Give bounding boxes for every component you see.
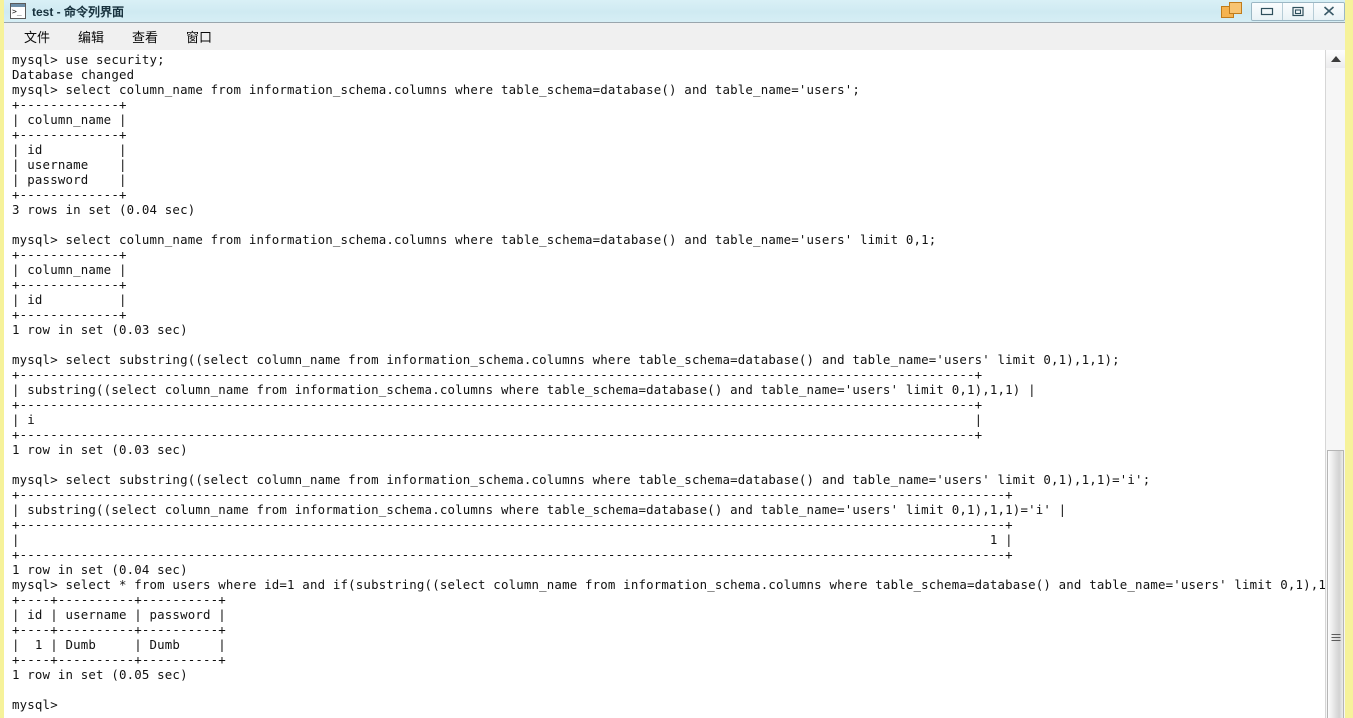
- titlebar-right-group: [1221, 0, 1349, 22]
- menu-view[interactable]: 查看: [122, 24, 168, 49]
- scrollbar-thumb[interactable]: [1327, 450, 1344, 718]
- terminal-output-area[interactable]: mysql> use security; Database changed my…: [4, 50, 1349, 718]
- scrollbar-track[interactable]: [1326, 68, 1345, 718]
- scroll-up-arrow-icon: [1330, 56, 1341, 62]
- menu-window[interactable]: 窗口: [176, 24, 222, 49]
- menu-edit[interactable]: 编辑: [68, 24, 114, 49]
- minimize-button[interactable]: [1252, 2, 1283, 20]
- scrollbar-grip: [1331, 634, 1340, 642]
- window-title: test - 命令列界面: [32, 4, 125, 19]
- restore-button[interactable]: [1283, 2, 1314, 20]
- title-bar[interactable]: >_ test - 命令列界面: [4, 0, 1349, 22]
- terminal-text: mysql> use security; Database changed my…: [12, 52, 1349, 712]
- close-button[interactable]: [1314, 2, 1344, 20]
- folders-icon[interactable]: [1221, 2, 1245, 20]
- window-frame-right-edge: [1345, 0, 1349, 718]
- terminal-icon: >_: [10, 3, 26, 19]
- menu-file[interactable]: 文件: [14, 24, 60, 49]
- menu-bar: 文件 编辑 查看 窗口: [4, 22, 1349, 50]
- window-buttons: [1251, 1, 1345, 21]
- terminal-window: >_ test - 命令列界面 文件 编辑 查看 窗口 mysql> use s…: [0, 0, 1353, 718]
- vertical-scrollbar[interactable]: [1325, 50, 1345, 718]
- scroll-up-arrow-button[interactable]: [1326, 50, 1345, 68]
